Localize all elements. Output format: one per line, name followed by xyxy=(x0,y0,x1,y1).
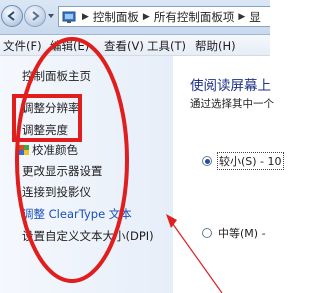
radio-button-selected[interactable] xyxy=(202,156,212,166)
calibrate-color-label: 校准颜色 xyxy=(32,143,78,157)
connect-projector-link[interactable]: 连接到投影仪 xyxy=(22,184,91,200)
breadcrumb-separator-icon[interactable]: ▶ xyxy=(143,12,150,22)
left-nav-pane: 控制面板主页 调整分辨率 调整亮度 校准颜色 更改显示器设置 连接到投影仪 调整… xyxy=(0,56,173,293)
arrow-right-icon xyxy=(32,11,40,21)
radio-button[interactable] xyxy=(202,228,212,238)
custom-text-size-link[interactable]: 设置自定义文本大小(DPI) xyxy=(22,228,154,244)
menu-file[interactable]: 文件(F) xyxy=(3,38,42,54)
menu-edit[interactable]: 编辑(E) xyxy=(50,38,89,54)
control-panel-icon xyxy=(62,11,76,23)
breadcrumb-display[interactable]: 显 xyxy=(249,9,261,25)
menu-tools[interactable]: 工具(T) xyxy=(147,38,186,54)
shield-icon xyxy=(19,145,29,155)
option-smaller[interactable]: 较小(S) - 10 xyxy=(202,152,284,170)
page-description: 通过选择其中一个 xyxy=(190,98,274,110)
breadcrumb-control-panel[interactable]: 控制面板 xyxy=(93,9,139,25)
recent-pages-dropdown-icon[interactable] xyxy=(47,12,55,20)
menu-help[interactable]: 帮助(H) xyxy=(195,38,236,54)
adjust-brightness-link[interactable]: 调整亮度 xyxy=(22,122,68,138)
calibrate-color-link[interactable]: 校准颜色 xyxy=(18,142,78,158)
breadcrumb-all-items[interactable]: 所有控制面板项 xyxy=(154,9,235,25)
page-title: 使阅读屏幕上 xyxy=(190,78,271,94)
back-button[interactable] xyxy=(1,5,23,27)
option-smaller-label[interactable]: 较小(S) - 10 xyxy=(217,152,284,170)
option-medium-label[interactable]: 中等(M) - xyxy=(218,225,266,241)
breadcrumb-separator-icon[interactable]: ▶ xyxy=(238,12,245,22)
adjust-resolution-link[interactable]: 调整分辨率 xyxy=(22,100,80,116)
option-medium[interactable]: 中等(M) - xyxy=(202,225,266,241)
adjust-cleartype-link[interactable]: 调整 ClearType 文本 xyxy=(22,206,132,222)
breadcrumb-separator-icon[interactable]: ▶ xyxy=(82,12,89,22)
radio-dot-icon xyxy=(204,158,210,164)
main-content-pane: 使阅读屏幕上 通过选择其中一个 较小(S) - 10 中等(M) - xyxy=(174,56,284,293)
change-display-settings-link[interactable]: 更改显示器设置 xyxy=(22,163,103,179)
address-bar: ▶ 控制面板 ▶ 所有控制面板项 ▶ 显 xyxy=(0,0,270,35)
arrow-left-icon xyxy=(7,11,15,21)
menu-view[interactable]: 查看(V) xyxy=(104,38,144,54)
forward-button[interactable] xyxy=(24,5,46,27)
menu-bar: 文件(F) 编辑(E) 查看(V) 工具(T) 帮助(H) xyxy=(0,35,270,56)
breadcrumb[interactable]: ▶ 控制面板 ▶ 所有控制面板项 ▶ 显 xyxy=(58,6,270,27)
control-panel-home-link[interactable]: 控制面板主页 xyxy=(22,68,91,84)
